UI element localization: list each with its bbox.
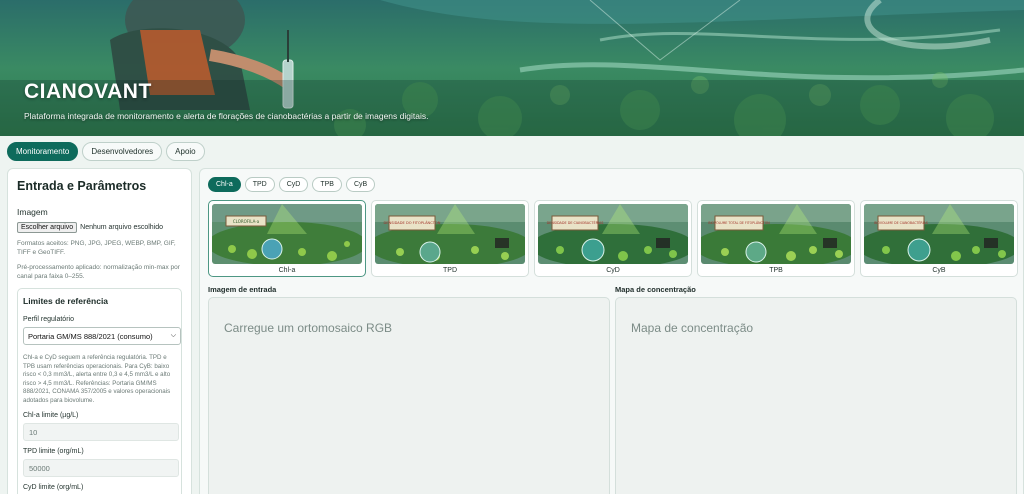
file-status: Nenhum arquivo escolhido (80, 224, 164, 231)
card-label: TPD (443, 267, 457, 274)
card-label: CyD (606, 267, 620, 274)
card-label: TPB (769, 267, 783, 274)
formats-hint: Formatos aceitos: PNG, JPG, JPEG, WEBP, … (17, 240, 176, 256)
card-label: Chl-a (278, 267, 296, 274)
metric-pill-tpd[interactable]: TPD (244, 177, 275, 192)
panel-title: Entrada e Parâmetros (17, 179, 147, 193)
tpd-limit-label: TPD limite (org/mL) (23, 448, 84, 455)
card-label: CyB (932, 267, 946, 274)
card-sign-text: DENSIDADE DO FITOPLÂNCTON (384, 220, 441, 225)
metric-card-cyb[interactable]: BIOVOLUME DE CIANOBACTÉRIAS CyB (860, 200, 1018, 277)
card-illustration: BIOVOLUME DE CIANOBACTÉRIAS (864, 204, 1014, 264)
input-image-heading: Imagem de entrada (208, 285, 277, 294)
chla-limit-input[interactable]: 10 (23, 423, 179, 441)
reference-limits-section: Limites de referência Perfil regulatório… (17, 288, 182, 494)
card-sign-text: CLOROFILA-a (233, 219, 260, 224)
app-title: CIANOVANT (24, 80, 152, 103)
preprocess-hint: Pré-processamento aplicado: normalização… (17, 264, 180, 280)
concentration-map-placeholder: Mapa de concentração (631, 321, 754, 335)
metric-pill-tpb[interactable]: TPB (312, 177, 342, 192)
metric-card-chla[interactable]: CLOROFILA-a Chl-a (208, 200, 366, 277)
card-illustration: CLOROFILA-a (212, 204, 362, 264)
metric-pill-cyb[interactable]: CyB (345, 177, 376, 192)
tab-desenvolvedores[interactable]: Desenvolvedores (82, 142, 163, 161)
input-parameters-panel: Entrada e Parâmetros Imagem Escolher arq… (7, 168, 192, 494)
card-sign-text: BIOVOLUME TOTAL DE FITOPLÂNCTON (708, 220, 770, 225)
card-sign-text: BIOVOLUME DE CIANOBACTÉRIAS (874, 220, 928, 225)
cyd-limit-label: CyD limite (org/mL) (23, 484, 84, 491)
tab-monitoramento[interactable]: Monitoramento (7, 142, 79, 161)
profile-select[interactable]: Portaria GM/MS 888/2021 (consumo) ⌵ (23, 327, 181, 345)
limits-note: Chl-a e CyD seguem a referência regulató… (23, 354, 171, 404)
metric-card-cyd[interactable]: DENSIDADE DE CIANOBACTÉRIAS CyD (534, 200, 692, 277)
metric-card-tpd[interactable]: DENSIDADE DO FITOPLÂNCTON TPD (371, 200, 529, 277)
tab-apoio[interactable]: Apoio (166, 142, 205, 161)
hero-banner: CIANOVANT Plataforma integrada de monito… (0, 0, 1024, 136)
metric-card-tpb[interactable]: BIOVOLUME TOTAL DE FITOPLÂNCTON TPB (697, 200, 855, 277)
app-subtitle: Plataforma integrada de monitoramento e … (24, 111, 429, 121)
card-illustration: DENSIDADE DE CIANOBACTÉRIAS (538, 204, 688, 264)
main-tabs: Monitoramento Desenvolvedores Apoio (7, 142, 205, 161)
concentration-map-heading: Mapa de concentração (615, 285, 696, 294)
chla-limit-label: Chl-a limite (µg/L) (23, 412, 79, 419)
limits-title: Limites de referência (23, 296, 109, 306)
image-label: Imagem (17, 207, 48, 217)
tpd-limit-input[interactable]: 50000 (23, 459, 179, 477)
file-input[interactable]: Escolher arquivo Nenhum arquivo escolhid… (17, 222, 182, 233)
metric-pill-cyd[interactable]: CyD (278, 177, 309, 192)
input-image-dropzone[interactable]: Carregue um ortomosaico RGB (208, 297, 610, 494)
input-image-placeholder: Carregue um ortomosaico RGB (224, 321, 393, 335)
metric-selector: Chl-a TPD CyD TPB CyB (208, 177, 376, 192)
metric-pill-chla[interactable]: Chl-a (208, 177, 241, 192)
card-illustration: BIOVOLUME TOTAL DE FITOPLÂNCTON (701, 204, 851, 264)
card-sign-text: DENSIDADE DE CIANOBACTÉRIAS (547, 220, 604, 225)
profile-select-value: Portaria GM/MS 888/2021 (consumo) (28, 331, 153, 341)
concentration-map-view: Mapa de concentração (615, 297, 1017, 494)
choose-file-button[interactable]: Escolher arquivo (17, 222, 78, 233)
chevron-down-icon: ⌵ (170, 332, 176, 339)
metric-cards: CLOROFILA-a Chl-a DENSIDADE DO FITOPLÂNC… (208, 200, 1018, 277)
card-illustration: DENSIDADE DO FITOPLÂNCTON (375, 204, 525, 264)
profile-label: Perfil regulatório (23, 316, 74, 323)
results-panel: Chl-a TPD CyD TPB CyB CLOROFILA-a Chl-a (199, 168, 1024, 494)
